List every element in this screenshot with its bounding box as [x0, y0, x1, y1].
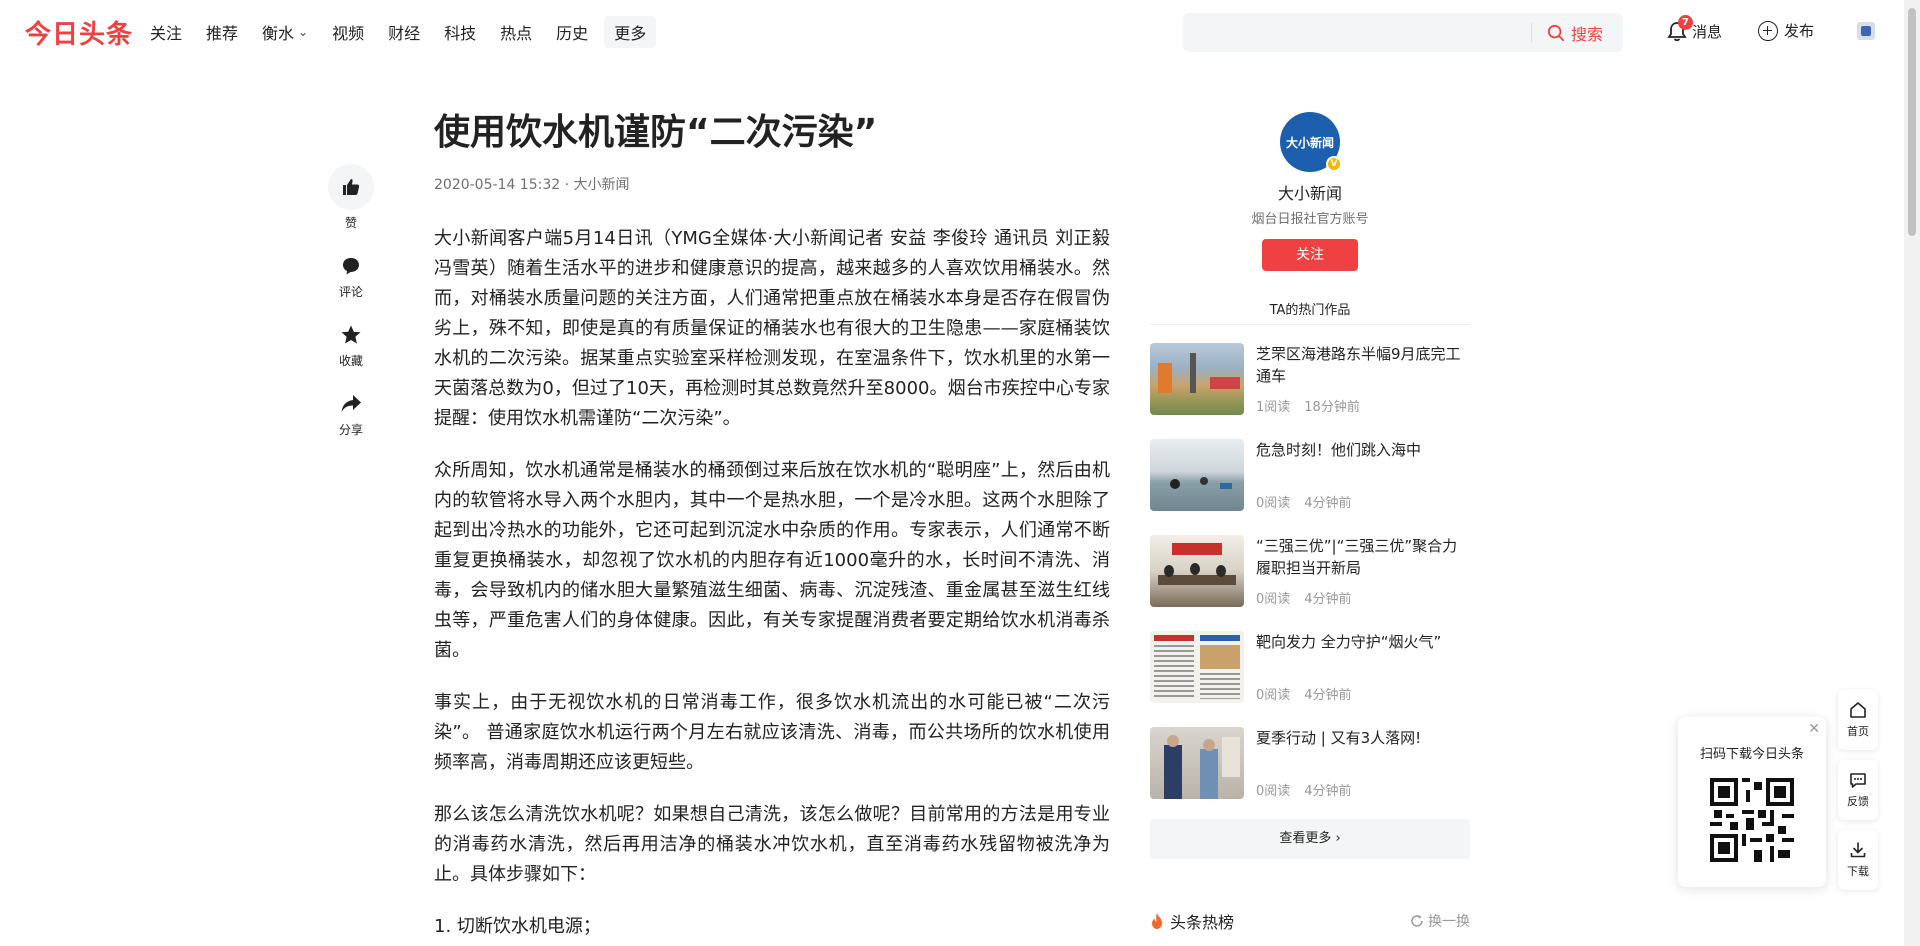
article-actions: 赞 评论 收藏 分享 — [328, 164, 374, 460]
search-icon — [1547, 24, 1565, 42]
feedback-icon — [1850, 773, 1866, 788]
article-paragraph: 那么该怎么清洗饮水机呢？如果想自己清洗，该怎么做呢？目前常用的方法是用专业的消毒… — [434, 804, 1110, 885]
favorite-button[interactable]: 收藏 — [328, 322, 374, 369]
work-meta: 0阅读 4分钟前 — [1256, 592, 1352, 607]
work-title: 靶向发力 全力守护“烟火气” — [1256, 633, 1442, 651]
top-header: 今日头条 关注 推荐 衡水 ⌄ 视频 财经 科技 热点 历史 更多 搜索 7 消息… — [0, 0, 1904, 64]
page-scrollbar[interactable] — [1904, 0, 1920, 946]
author-name[interactable]: 大小新闻 — [1150, 180, 1470, 204]
search-box: 搜索 — [1183, 13, 1623, 52]
search-input[interactable] — [1195, 21, 1525, 43]
verified-icon: V — [1326, 156, 1342, 172]
user-avatar[interactable] — [1857, 22, 1875, 40]
work-title: 芝罘区海港路东半幅9月底完工通车 — [1256, 345, 1461, 385]
article-paragraph: 大小新闻客户端5月14日讯（YMG全媒体·大小新闻记者 安益 李俊玲 通讯员 刘… — [434, 228, 1110, 429]
article-title: 使用饮水机谨防“二次污染” — [434, 112, 878, 153]
star-icon — [328, 322, 374, 348]
nav-item-city[interactable]: 衡水 ⌄ — [262, 20, 308, 44]
qr-download-card: ✕ 扫码下载今日头条 — [1678, 717, 1826, 887]
article-paragraph: 众所周知，饮水机通常是桶装水的桶颈倒过来后放在饮水机的“聪明座”上，然后由机内的… — [434, 460, 1110, 661]
search-divider — [1531, 23, 1532, 42]
nav-item-follow[interactable]: 关注 — [150, 20, 182, 44]
view-more-button[interactable]: 查看更多 › — [1150, 819, 1470, 859]
download-icon — [1850, 842, 1866, 858]
home-button[interactable]: 首页 — [1838, 690, 1878, 750]
article-paragraph: 事实上，由于无视饮水机的日常消毒工作，很多饮水机流出的水可能已被“二次污染”。 … — [434, 692, 1110, 773]
nav-item-history[interactable]: 历史 — [556, 20, 588, 44]
work-meta: 0阅读 4分钟前 — [1256, 496, 1352, 511]
comment-button[interactable]: 评论 — [328, 253, 374, 300]
list-item[interactable]: “三强三优”|“三强三优”聚合力 履职担当开新局 0阅读 4分钟前 — [1150, 535, 1470, 607]
article: 使用饮水机谨防“二次污染” 2020-05-14 15:32 · 大小新闻 大小… — [434, 110, 1110, 942]
share-icon — [328, 391, 374, 417]
work-title: 危急时刻！他们跳入海中 — [1256, 441, 1422, 459]
work-meta: 0阅读 4分钟前 — [1256, 784, 1352, 799]
like-button[interactable]: 赞 — [328, 164, 374, 231]
refresh-button[interactable]: 换一换 — [1410, 911, 1470, 931]
home-icon — [1850, 702, 1866, 718]
chevron-right-icon: › — [1335, 831, 1341, 846]
comment-icon — [328, 253, 374, 279]
nav-item-more[interactable]: 更多 — [604, 16, 657, 48]
close-icon[interactable]: ✕ — [1808, 721, 1820, 737]
messages-button[interactable]: 7 消息 — [1666, 15, 1722, 42]
list-item[interactable]: 危急时刻！他们跳入海中 0阅读 4分钟前 — [1150, 439, 1470, 511]
hot-list-title: 头条热榜 — [1170, 913, 1235, 932]
list-item[interactable]: 芝罘区海港路东半幅9月底完工通车 1阅读 18分钟前 — [1150, 343, 1470, 415]
search-button[interactable]: 搜索 — [1547, 21, 1603, 45]
qr-code-image — [1710, 778, 1794, 862]
scrollbar-thumb[interactable] — [1908, 8, 1916, 236]
thumbnail-image — [1150, 439, 1244, 511]
qr-text: 扫码下载今日头条 — [1699, 747, 1804, 762]
thumbnail-image — [1150, 535, 1244, 607]
right-sidebar: 大小新闻 V 大小新闻 烟台日报社官方账号 关注 TA的热门作品 芝罘区海港路东… — [1150, 110, 1470, 933]
share-button[interactable]: 分享 — [328, 391, 374, 438]
hot-list-header: 头条热榜 换一换 — [1150, 909, 1470, 933]
feedback-button[interactable]: 反馈 — [1838, 760, 1878, 820]
author-description: 烟台日报社官方账号 — [1251, 212, 1369, 227]
work-meta: 0阅读 4分钟前 — [1256, 688, 1352, 703]
fire-icon — [1152, 913, 1162, 929]
top-nav: 关注 推荐 衡水 ⌄ 视频 财经 科技 热点 历史 更多 — [150, 0, 680, 64]
side-toolbar: 首页 反馈 下载 — [1838, 690, 1878, 900]
thumbs-up-icon — [328, 164, 374, 210]
thumbnail-image — [1150, 727, 1244, 799]
plus-circle-icon — [1758, 20, 1778, 41]
follow-button[interactable]: 关注 — [1262, 239, 1358, 271]
download-button[interactable]: 下载 — [1838, 830, 1878, 890]
nav-item-recommend[interactable]: 推荐 — [206, 20, 238, 44]
chevron-down-icon: ⌄ — [298, 25, 309, 39]
article-paragraph: 1. 切断饮水机电源； — [434, 916, 601, 937]
thumbnail-image — [1150, 343, 1244, 415]
author-avatar[interactable]: 大小新闻 V — [1280, 112, 1342, 172]
work-meta: 1阅读 18分钟前 — [1256, 400, 1360, 415]
site-logo[interactable]: 今日头条 — [25, 14, 133, 51]
work-title: 夏季行动 | 又有3人落网! — [1256, 729, 1422, 747]
refresh-icon — [1411, 915, 1423, 927]
author-card: 大小新闻 V 大小新闻 烟台日报社官方账号 关注 — [1150, 112, 1470, 271]
message-badge: 7 — [1678, 15, 1693, 30]
article-meta: 2020-05-14 15:32 · 大小新闻 — [434, 177, 630, 193]
list-item[interactable]: 靶向发力 全力守护“烟火气” 0阅读 4分钟前 — [1150, 631, 1470, 703]
nav-item-hot[interactable]: 热点 — [500, 20, 532, 44]
thumbnail-image — [1150, 631, 1244, 703]
nav-item-tech[interactable]: 科技 — [444, 20, 476, 44]
publish-button[interactable]: 发布 — [1758, 20, 1814, 41]
bell-icon: 7 — [1666, 15, 1693, 42]
hot-works-title: TA的热门作品 — [1150, 299, 1470, 325]
nav-item-finance[interactable]: 财经 — [388, 20, 420, 44]
hot-works-list: 芝罘区海港路东半幅9月底完工通车 1阅读 18分钟前 危急时刻！他们跳入海中 0阅… — [1150, 343, 1470, 799]
work-title: “三强三优”|“三强三优”聚合力 履职担当开新局 — [1256, 537, 1458, 577]
nav-item-video[interactable]: 视频 — [332, 20, 364, 44]
list-item[interactable]: 夏季行动 | 又有3人落网! 0阅读 4分钟前 — [1150, 727, 1470, 799]
